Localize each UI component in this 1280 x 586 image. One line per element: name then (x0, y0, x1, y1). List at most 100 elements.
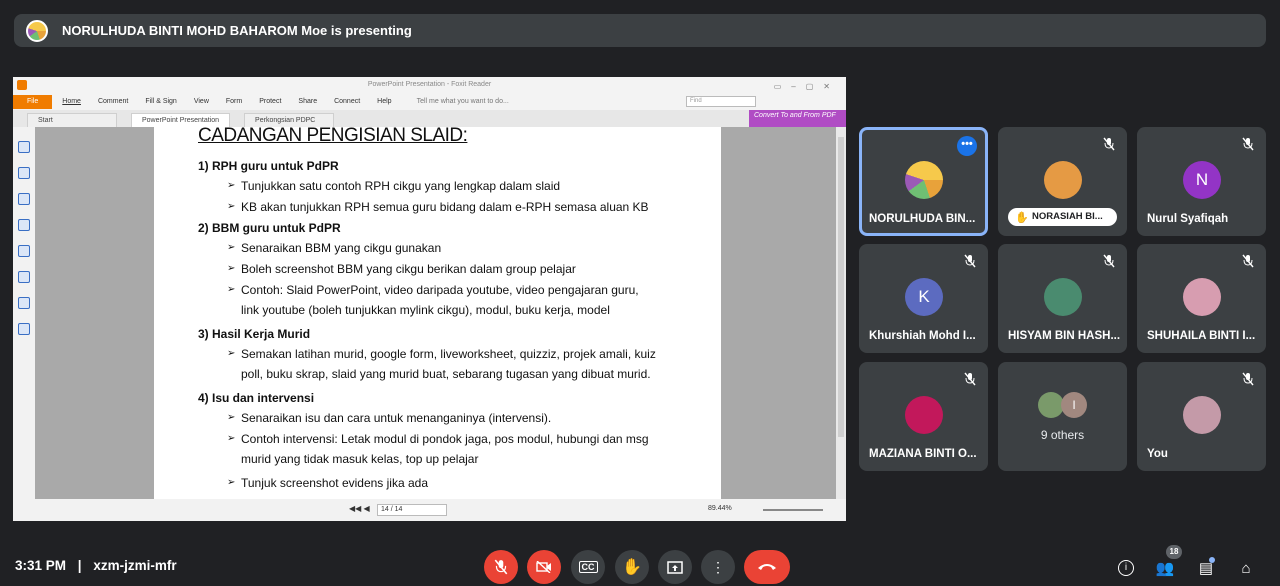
lock-icon[interactable] (18, 297, 30, 309)
section-heading: 4) Isu dan intervensi (198, 391, 315, 405)
slide-page: CADANGAN PENGISIAN SLAID: 1) RPH guru un… (154, 125, 721, 499)
captions-button[interactable]: CC (571, 550, 605, 584)
meeting-details-button[interactable]: i (1114, 556, 1138, 580)
participant-name: SHUHAILA BINTI I... (1147, 330, 1256, 342)
section-heading: 3) Hasil Kerja Murid (198, 327, 311, 341)
participant-tile[interactable]: SHUHAILA BINTI I... (1137, 244, 1266, 353)
window-controls: ▭–▢✕ (773, 82, 840, 91)
participant-name: MAZIANA BINTI O... (869, 448, 977, 460)
presenting-text: NORULHUDA BINTI MOHD BAHAROM Moe is pres… (62, 23, 412, 38)
menu-fill-sign[interactable]: Fill & Sign (145, 98, 177, 105)
layers-icon[interactable] (18, 193, 30, 205)
bullet: KB akan tunjukkan RPH semua guru bidang … (227, 200, 721, 214)
participant-name: Nurul Syafiqah (1147, 213, 1229, 225)
tell-me-input[interactable]: Tell me what you want to do... (417, 98, 509, 105)
presenting-banner: NORULHUDA BINTI MOHD BAHAROM Moe is pres… (14, 14, 1266, 47)
more-vert-icon: ⋮ (711, 558, 725, 575)
menu-form[interactable]: Form (226, 98, 242, 105)
participant-name: NORULHUDA BIN... (869, 213, 976, 225)
menu-help[interactable]: Help (377, 98, 391, 105)
mic-off-icon (964, 372, 976, 386)
activities-icon: ⌂ (1241, 559, 1251, 577)
bullet: Semakan latihan murid, google form, live… (227, 344, 657, 384)
others-count: 9 others (1040, 428, 1085, 442)
page-thumbnail-icon[interactable] (18, 141, 30, 153)
avatar: K (905, 278, 943, 316)
avatar: I (1061, 392, 1087, 418)
mic-off-icon (964, 254, 976, 268)
menu-file[interactable]: File (13, 94, 53, 109)
mic-off-icon (1103, 254, 1115, 268)
menu-connect[interactable]: Connect (334, 98, 360, 105)
meeting-info: 3:31 PM | xzm-jzmi-mfr (15, 558, 177, 573)
participant-tile[interactable]: MAZIANA BINTI O... (859, 362, 988, 471)
shared-screen: PowerPoint Presentation - Foxit Reader ▭… (13, 77, 846, 521)
menu-comment[interactable]: Comment (98, 98, 128, 105)
participant-tile[interactable]: ✋ NORASIAH BI... (998, 127, 1127, 236)
end-call-icon (758, 564, 776, 570)
page-nav-icon[interactable]: ◀◀ ◀ (349, 504, 370, 513)
vertical-scrollbar[interactable] (836, 127, 846, 499)
captions-icon: CC (578, 561, 598, 573)
others-tile[interactable]: I 9 others (998, 362, 1127, 471)
convert-pdf-banner[interactable]: Convert To and From PDF (749, 110, 846, 127)
menu-view[interactable]: View (194, 98, 209, 105)
bookmark-icon[interactable] (18, 167, 30, 179)
clock: 3:31 PM (15, 558, 67, 573)
hand-icon: ✋ (1015, 212, 1029, 224)
zoom-level: 89.44% (708, 505, 732, 512)
avatar: N (1183, 161, 1221, 199)
presenter-avatar (26, 19, 48, 42)
menu-protect[interactable]: Protect (259, 98, 281, 105)
menu-share[interactable]: Share (298, 98, 317, 105)
people-button[interactable]: 👥 (1153, 556, 1177, 580)
zoom-slider[interactable] (763, 509, 823, 511)
camera-toggle-button[interactable] (527, 550, 561, 584)
app-logo-icon (17, 80, 27, 90)
page-indicator[interactable]: 14 / 14 (377, 504, 447, 516)
mic-off-icon (1242, 137, 1254, 151)
find-input[interactable]: Find (686, 96, 756, 107)
mic-off-icon (1242, 254, 1254, 268)
avatar (1183, 278, 1221, 316)
self-tile[interactable]: You (1137, 362, 1266, 471)
separator: | (77, 558, 82, 573)
attachment-icon[interactable] (18, 245, 30, 257)
avatar (905, 396, 943, 434)
tools-icon[interactable] (18, 323, 30, 335)
section-heading: 2) BBM guru untuk PdPR (198, 221, 341, 235)
more-options-button[interactable]: ⋮ (701, 550, 735, 584)
participant-tile[interactable]: ••• NORULHUDA BIN... (859, 127, 988, 236)
more-options-icon[interactable]: ••• (957, 136, 977, 156)
present-screen-icon (667, 560, 683, 574)
avatar (1044, 278, 1082, 316)
signature-icon[interactable] (18, 271, 30, 283)
bullet: Senaraikan isu dan cara untuk menanganin… (227, 411, 721, 425)
activities-button[interactable]: ⌂ (1234, 556, 1258, 580)
avatar (1183, 396, 1221, 434)
people-icon: 👥 (1155, 560, 1175, 577)
bullet: Tunjuk screenshot evidens jika ada (227, 476, 721, 490)
participant-tile[interactable]: N Nurul Syafiqah (1137, 127, 1266, 236)
participant-count-badge: 18 (1166, 545, 1182, 559)
app-titlebar: PowerPoint Presentation - Foxit Reader ▭… (13, 77, 846, 93)
comments-icon[interactable] (18, 219, 30, 231)
leave-call-button[interactable] (744, 550, 790, 584)
bullet: Contoh: Slaid PowerPoint, video daripada… (227, 280, 657, 320)
participant-tile[interactable]: K Khurshiah Mohd I... (859, 244, 988, 353)
participant-name: HISYAM BIN HASH... (1008, 330, 1121, 342)
tab-start[interactable]: Start (27, 113, 117, 127)
present-button[interactable] (658, 550, 692, 584)
participant-tile[interactable]: HISYAM BIN HASH... (998, 244, 1127, 353)
ribbon-menu: File Home Comment Fill & Sign View Form … (13, 93, 846, 110)
bullet: Contoh intervensi: Letak modul di pondok… (227, 429, 657, 469)
status-bar: ◀◀ ◀ 14 / 14 89.44% (13, 499, 846, 521)
mic-off-icon (1103, 137, 1115, 151)
mic-toggle-button[interactable] (484, 550, 518, 584)
camera-off-icon (536, 561, 551, 573)
menu-home[interactable]: Home (62, 98, 81, 105)
avatar (905, 161, 943, 199)
bullet: Senaraikan BBM yang cikgu gunakan (227, 241, 721, 255)
raised-hand-badge: ✋ NORASIAH BI... (1008, 208, 1117, 226)
raise-hand-button[interactable]: ✋ (615, 550, 649, 584)
